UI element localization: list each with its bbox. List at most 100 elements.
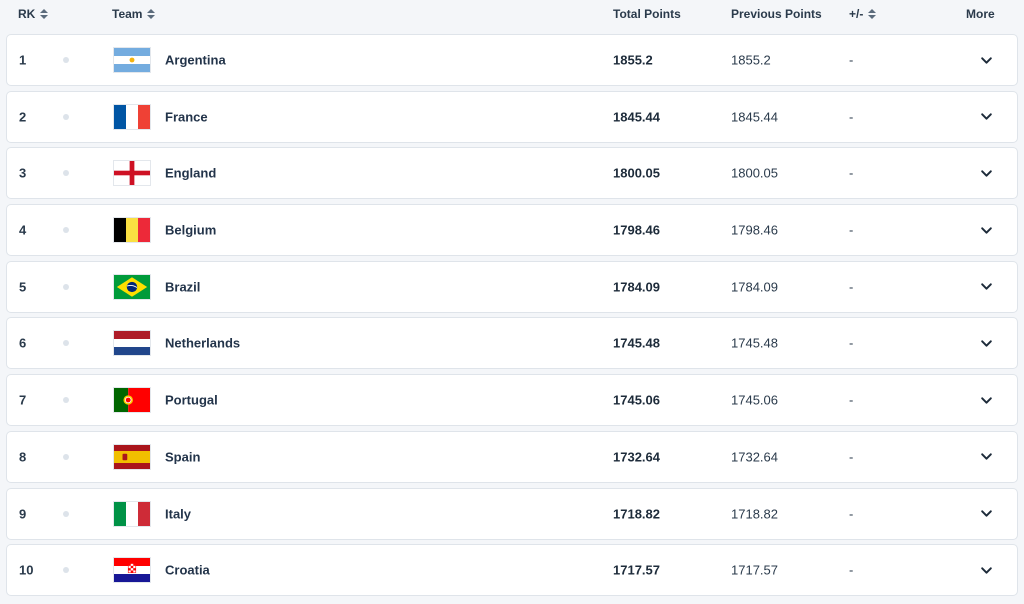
expand-row-button[interactable]: [975, 389, 997, 411]
rank-value: 10: [19, 562, 34, 578]
rank-value: 9: [19, 506, 27, 521]
sort-icon[interactable]: [868, 9, 877, 19]
chevron-down-icon: [980, 113, 992, 120]
more-header: More: [966, 7, 995, 21]
expand-row-button[interactable]: [975, 332, 997, 354]
status-dot: [63, 113, 69, 120]
table-row[interactable]: 3 England 1800.05 1800.05 -: [6, 147, 1018, 200]
total-points-value: 1784.09: [613, 279, 660, 295]
previous-points-value: 1745.06: [731, 392, 778, 408]
previous-points-value: 1717.57: [731, 562, 778, 578]
total-points-value: 1800.05: [613, 165, 660, 181]
france-flag: [113, 103, 151, 130]
total-points-value: 1732.64: [613, 449, 660, 465]
previous-points-header-label: Previous Points: [731, 7, 822, 21]
chevron-down-icon: [980, 567, 992, 574]
table-row[interactable]: 9 Italy 1718.82 1718.82 -: [6, 487, 1018, 540]
sort-icon[interactable]: [40, 9, 49, 19]
team-name[interactable]: Belgium: [165, 223, 216, 238]
status-dot: [63, 510, 69, 517]
status-dot: [63, 453, 69, 460]
status-dot: [63, 397, 69, 404]
chevron-down-icon: [980, 396, 992, 404]
rank-value: 6: [19, 335, 27, 351]
previous-points-value: 1745.48: [731, 335, 778, 351]
expand-row-button[interactable]: [975, 106, 997, 128]
team-name[interactable]: England: [165, 166, 216, 181]
total-points-value: 1745.48: [613, 335, 660, 351]
table-row[interactable]: 5 Brazil 1784.09 1784.09 -: [6, 260, 1018, 313]
belgium-flag: [113, 217, 151, 244]
portugal-flag: [113, 387, 151, 414]
team-name[interactable]: Portugal: [165, 393, 218, 408]
expand-row-button[interactable]: [975, 503, 997, 525]
team-name[interactable]: Argentina: [165, 53, 226, 68]
team-header[interactable]: Team: [112, 7, 156, 21]
more-header-label: More: [966, 7, 995, 21]
team-name[interactable]: Brazil: [165, 279, 200, 294]
status-dot: [63, 227, 69, 234]
team-name[interactable]: France: [165, 109, 208, 124]
total-points-header: Total Points: [613, 7, 681, 21]
sort-icon[interactable]: [147, 9, 156, 19]
change-value: -: [849, 279, 854, 295]
change-value: -: [849, 392, 854, 408]
spain-flag: [113, 443, 151, 470]
rank-value: 8: [19, 449, 27, 465]
table-row[interactable]: 1 Argentina 1855.2 1855.2 -: [6, 34, 1018, 86]
expand-row-button[interactable]: [975, 276, 997, 298]
rank-value: 3: [19, 165, 27, 181]
previous-points-value: 1798.46: [731, 222, 778, 238]
rk-header[interactable]: RK: [18, 7, 49, 21]
italy-flag: [113, 500, 151, 527]
table-row[interactable]: 7 Portugal 1745.06 1745.06 -: [6, 374, 1018, 427]
change-value: -: [849, 562, 854, 578]
previous-points-value: 1855.2: [731, 52, 771, 68]
change-header[interactable]: +/-: [849, 7, 877, 21]
team-name[interactable]: Spain: [165, 449, 200, 464]
status-dot: [63, 170, 69, 177]
table-row[interactable]: 4 Belgium 1798.46 1798.46 -: [6, 204, 1018, 257]
team-name[interactable]: Italy: [165, 506, 191, 521]
total-points-value: 1718.82: [613, 506, 660, 521]
rank-value: 1: [19, 52, 27, 68]
previous-points-header: Previous Points: [731, 7, 822, 21]
status-dot: [63, 283, 69, 290]
expand-row-button[interactable]: [975, 49, 997, 71]
team-header-label: Team: [112, 7, 143, 21]
table-row[interactable]: 8 Spain 1732.64 1732.64 -: [6, 430, 1018, 483]
chevron-down-icon: [980, 453, 992, 460]
chevron-down-icon: [980, 510, 992, 517]
table-row[interactable]: 2 France 1845.44 1845.44 -: [6, 90, 1018, 143]
change-value: -: [849, 335, 854, 351]
change-value: -: [849, 109, 854, 125]
chevron-down-icon: [980, 283, 992, 290]
change-value: -: [849, 506, 854, 521]
table-row[interactable]: 10 Croatia 1717.57 1717.57 -: [6, 544, 1018, 597]
change-header-label: +/-: [849, 7, 864, 21]
expand-row-button[interactable]: [975, 559, 997, 581]
rk-header-label: RK: [18, 7, 36, 21]
total-points-value: 1717.57: [613, 562, 660, 578]
expand-row-button[interactable]: [975, 162, 997, 184]
total-points-value: 1798.46: [613, 222, 660, 238]
expand-row-button[interactable]: [975, 219, 997, 241]
previous-points-value: 1845.44: [731, 109, 778, 125]
england-flag: [113, 160, 151, 187]
total-points-value: 1845.44: [613, 109, 660, 125]
change-value: -: [849, 222, 854, 238]
expand-row-button[interactable]: [975, 446, 997, 468]
rank-value: 5: [19, 279, 27, 295]
total-points-value: 1745.06: [613, 392, 660, 408]
previous-points-value: 1732.64: [731, 449, 778, 465]
status-dot: [63, 57, 69, 63]
status-dot: [63, 567, 69, 574]
total-points-header-label: Total Points: [613, 7, 681, 21]
rank-value: 2: [19, 109, 27, 125]
team-name[interactable]: Croatia: [165, 563, 210, 578]
rank-value: 4: [19, 222, 27, 238]
table-row[interactable]: 6 Netherlands 1745.48 1745.48 -: [6, 317, 1018, 370]
brazil-flag: [113, 273, 151, 300]
previous-points-value: 1718.82: [731, 506, 778, 521]
team-name[interactable]: Netherlands: [165, 336, 240, 351]
